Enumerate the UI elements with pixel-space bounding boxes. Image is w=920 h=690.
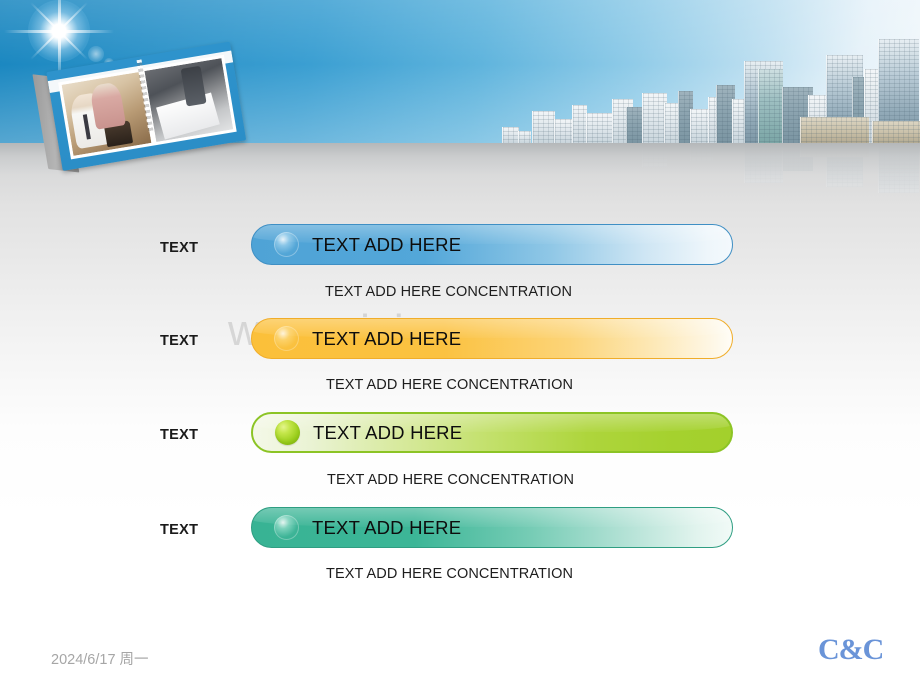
logo-cc: C&C [818,633,884,666]
slide-canvas: www.zixin.com.cn TEXT TEXT ADD HERE TEXT… [0,0,920,690]
bar-orange[interactable]: TEXT ADD HERE [251,318,733,359]
row-label-blue: TEXT [160,240,199,256]
bar-green[interactable]: TEXT ADD HERE [251,412,733,453]
row-subtitle-green: TEXT ADD HERE CONCENTRATION [327,472,575,488]
bar-teal[interactable]: TEXT ADD HERE [251,507,733,548]
bubble-icon [274,515,299,540]
row-subtitle-teal: TEXT ADD HERE CONCENTRATION [326,566,574,582]
row-subtitle-orange: TEXT ADD HERE CONCENTRATION [326,377,574,393]
bar-text-green: TEXT ADD HERE [313,421,463,443]
row-label-teal: TEXT [160,522,199,538]
bar-text-orange: TEXT ADD HERE [312,327,462,349]
bubble-icon [274,326,299,351]
footer-date: 2024/6/17 周一 [51,652,149,668]
row-subtitle-blue: TEXT ADD HERE CONCENTRATION [325,284,573,300]
bubble-icon [275,420,300,445]
bar-text-blue: TEXT ADD HERE [312,233,462,255]
content-rows: TEXT TEXT ADD HERE TEXT ADD HERE CONCENT… [0,0,920,690]
row-label-green: TEXT [160,427,199,443]
bar-blue[interactable]: TEXT ADD HERE [251,224,733,265]
bar-text-teal: TEXT ADD HERE [312,516,462,538]
row-label-orange: TEXT [160,333,199,349]
bubble-icon [274,232,299,257]
